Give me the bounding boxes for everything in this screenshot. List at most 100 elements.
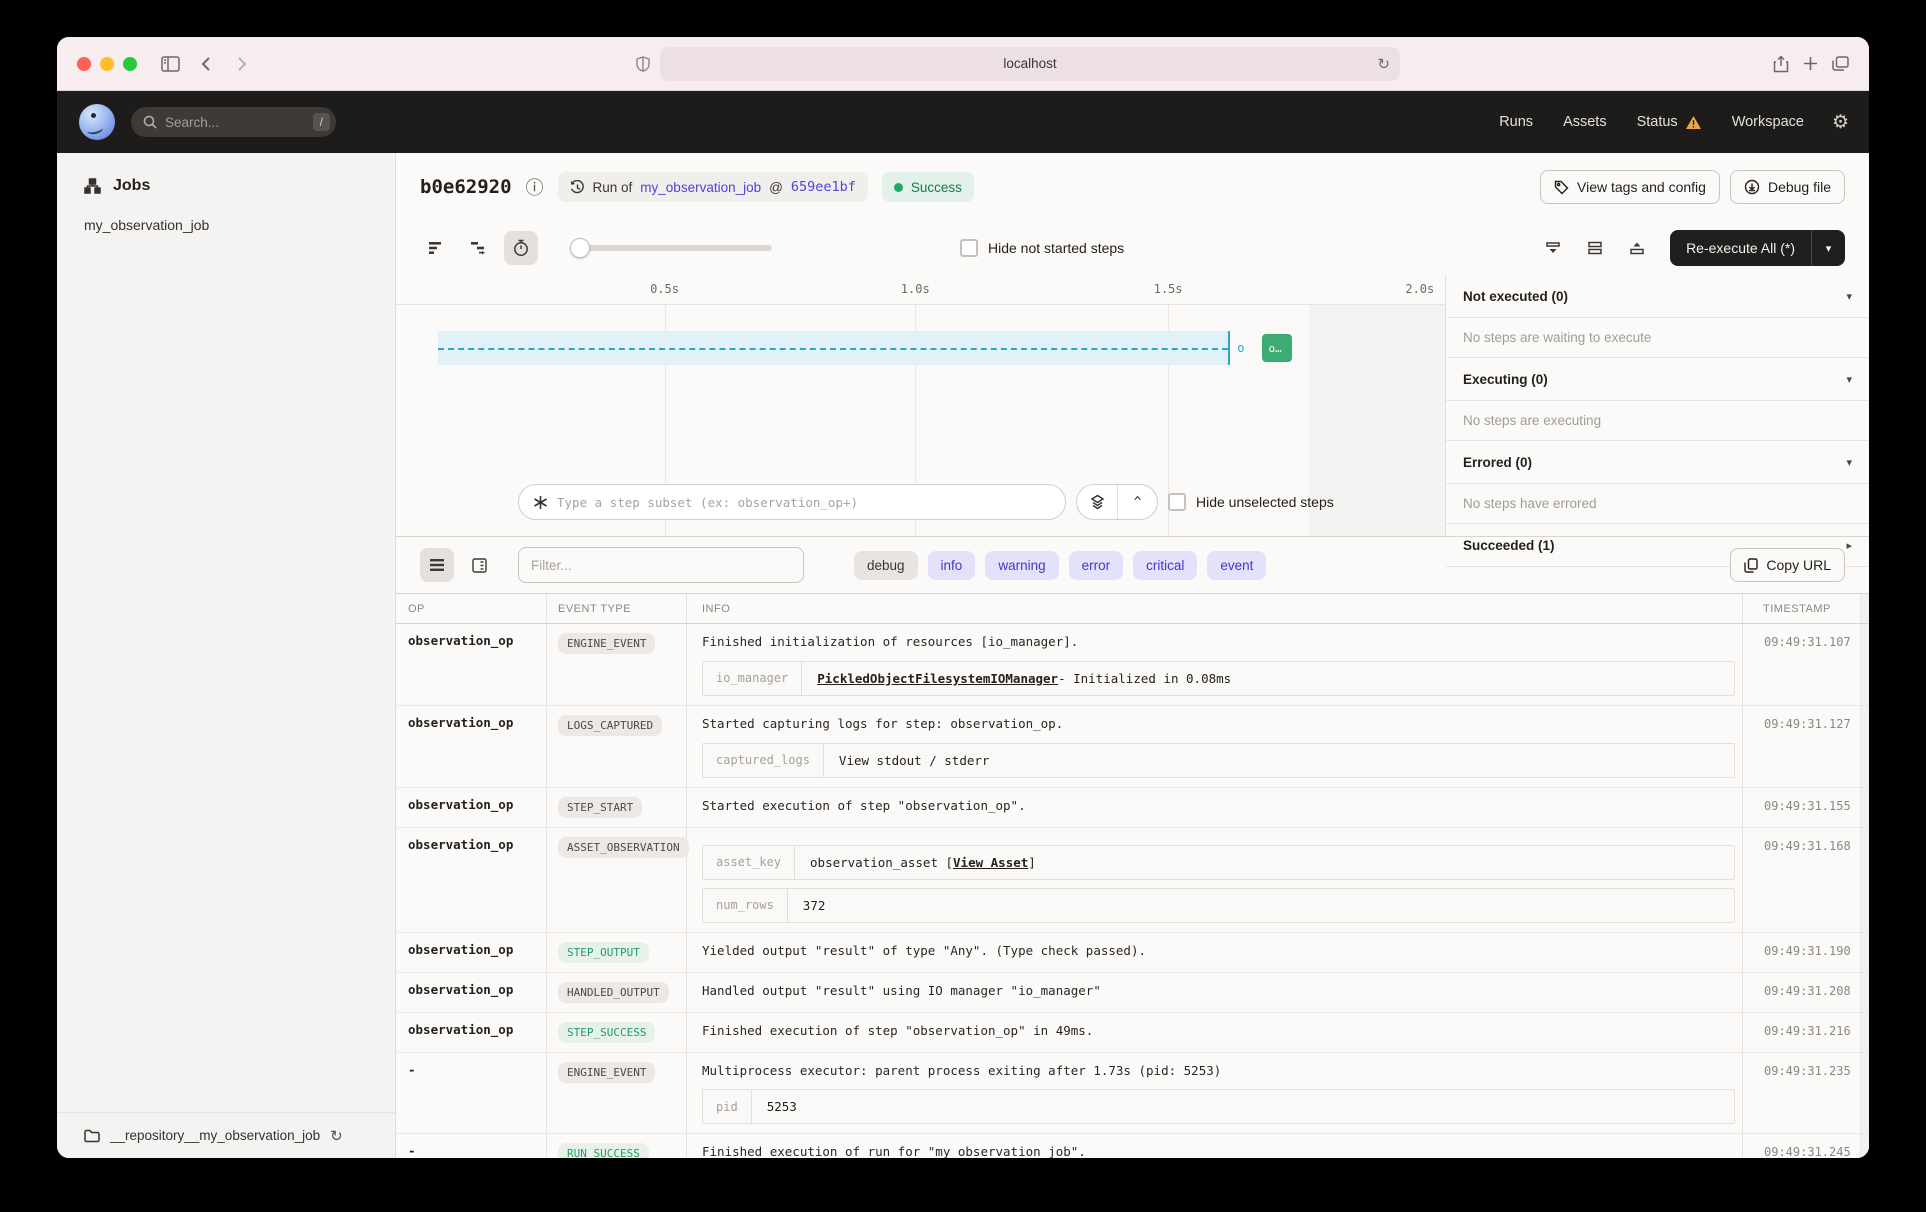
timed-view-icon[interactable]	[504, 231, 538, 265]
log-row[interactable]: observation_opSTEP_STARTStarted executio…	[396, 788, 1869, 828]
nav-link-status[interactable]: Status	[1637, 114, 1702, 130]
op-cell: observation_op	[396, 788, 546, 827]
metadata-box: asset_keyobservation_asset [View Asset]	[702, 845, 1735, 880]
back-button[interactable]	[191, 51, 221, 77]
log-level-pill-debug[interactable]: debug	[854, 551, 918, 580]
log-level-pill-warning[interactable]: warning	[985, 551, 1058, 580]
jobs-sidebar: Jobs my_observation_job __repository__my…	[57, 153, 396, 1158]
log-row[interactable]: observation_opENGINE_EVENTFinished initi…	[396, 624, 1869, 706]
view-tags-config-button[interactable]: View tags and config	[1540, 170, 1720, 204]
event-type-cell: LOGS_CAPTURED	[546, 706, 686, 787]
sidebar-item-job[interactable]: my_observation_job	[57, 217, 395, 233]
event-type-tag: STEP_START	[558, 797, 642, 818]
hide-unselected-toggle[interactable]: Hide unselected steps	[1168, 493, 1334, 511]
snapshot-link[interactable]: 659ee1bf	[791, 179, 856, 195]
reload-repository-icon[interactable]: ↻	[330, 1127, 343, 1145]
metadata-key: num_rows	[703, 889, 788, 922]
waterfall-view-icon[interactable]	[462, 231, 496, 265]
zoom-slider-thumb[interactable]	[570, 238, 590, 258]
reload-icon[interactable]: ↻	[1377, 55, 1390, 73]
collapse-query-caret[interactable]: ^	[1117, 485, 1157, 519]
log-level-pill-error[interactable]: error	[1069, 551, 1124, 580]
stream-log-view-icon[interactable]	[420, 548, 454, 582]
hide-not-started-checkbox[interactable]	[960, 239, 978, 257]
info-text: Finished execution of run for "my_observ…	[702, 1143, 1735, 1158]
job-graph-icon	[84, 178, 101, 194]
tab-overview-icon[interactable]	[1832, 56, 1849, 71]
nav-link-runs[interactable]: Runs	[1499, 114, 1533, 130]
event-type-tag: ENGINE_EVENT	[558, 633, 655, 654]
collapse-icon[interactable]	[1620, 231, 1654, 265]
share-icon[interactable]	[1773, 55, 1789, 73]
status-section-header[interactable]: Executing (0) ▾	[1446, 358, 1869, 401]
log-level-pill-event[interactable]: event	[1207, 551, 1266, 580]
status-section-header[interactable]: Errored (0) ▾	[1446, 441, 1869, 484]
op-selector-icon	[533, 495, 548, 510]
metadata-text: View stdout / stderr	[839, 753, 990, 768]
log-row[interactable]: observation_opLOGS_CAPTUREDStarted captu…	[396, 706, 1869, 788]
log-row[interactable]: -RUN_SUCCESSFinished execution of run fo…	[396, 1134, 1869, 1158]
log-level-pill-critical[interactable]: critical	[1133, 551, 1197, 580]
step-subset-input[interactable]	[557, 495, 1051, 510]
log-level-pill-info[interactable]: info	[928, 551, 976, 580]
log-row[interactable]: observation_opSTEP_SUCCESSFinished execu…	[396, 1013, 1869, 1053]
folder-icon	[84, 1129, 100, 1143]
zoom-out-fit-icon[interactable]	[1536, 231, 1570, 265]
log-level-pills: debug info warning error critical event	[854, 551, 1266, 580]
log-table-header: OP EVENT TYPE INFO TIMESTAMP	[396, 594, 1869, 624]
event-type-tag: HANDLED_OUTPUT	[558, 982, 669, 1003]
search-input[interactable]	[165, 115, 305, 130]
header-timestamp: TIMESTAMP	[1751, 603, 1869, 615]
forward-button[interactable]	[227, 51, 257, 77]
copy-url-button[interactable]: Copy URL	[1730, 548, 1845, 582]
log-row[interactable]: -ENGINE_EVENTMultiprocess executor: pare…	[396, 1053, 1869, 1135]
debug-file-button[interactable]: Debug file	[1730, 170, 1845, 204]
log-row[interactable]: observation_opHANDLED_OUTPUTHandled outp…	[396, 973, 1869, 1013]
nav-link-workspace[interactable]: Workspace	[1732, 114, 1804, 130]
reexecute-caret-button[interactable]: ▾	[1811, 230, 1845, 266]
metadata-link[interactable]: View Asset	[953, 855, 1028, 870]
event-type-cell: STEP_OUTPUT	[546, 933, 686, 972]
metadata-value: observation_asset [View Asset]	[795, 846, 1051, 879]
timestamp-cell: 09:49:31.155	[1751, 788, 1869, 827]
hide-unselected-checkbox[interactable]	[1168, 493, 1186, 511]
settings-gear-icon[interactable]: ⚙	[1832, 111, 1849, 134]
address-bar[interactable]: localhost ↻	[660, 47, 1400, 81]
status-section-header[interactable]: Not executed (0) ▾	[1446, 275, 1869, 318]
expand-all-icon[interactable]	[1578, 231, 1612, 265]
job-link[interactable]: my_observation_job	[640, 180, 761, 195]
copy-icon	[1744, 558, 1758, 573]
run-of-label: Run of	[593, 180, 633, 195]
info-cell: asset_keyobservation_asset [View Asset] n…	[686, 828, 1751, 932]
close-window-button[interactable]	[77, 57, 91, 71]
log-filter-input[interactable]	[518, 547, 804, 583]
zoom-slider[interactable]	[572, 245, 772, 251]
log-table: OP EVENT TYPE INFO TIMESTAMP observation…	[396, 593, 1869, 1158]
log-row[interactable]: observation_opASSET_OBSERVATIONasset_key…	[396, 828, 1869, 933]
info-cell: Finished initialization of resources [io…	[686, 624, 1751, 705]
info-text: Started capturing logs for step: observa…	[702, 715, 1735, 734]
repository-footer: __repository__my_observation_job ↻	[57, 1112, 395, 1158]
new-tab-icon[interactable]	[1803, 56, 1818, 71]
nav-link-assets[interactable]: Assets	[1563, 114, 1607, 130]
step-subset-input-wrap[interactable]	[518, 484, 1066, 520]
minimize-window-button[interactable]	[100, 57, 114, 71]
hide-not-started-toggle[interactable]: Hide not started steps	[960, 239, 1124, 257]
gantt-step-box[interactable]: o…	[1262, 334, 1292, 362]
layers-icon[interactable]	[1077, 485, 1117, 519]
structured-log-view-icon[interactable]	[462, 548, 496, 582]
status-section-title: Not executed (0)	[1463, 289, 1568, 304]
event-type-tag: STEP_OUTPUT	[558, 942, 649, 963]
metadata-link[interactable]: PickledObjectFilesystemIOManager	[817, 671, 1058, 686]
reexecute-all-button[interactable]: Re-execute All (*)	[1670, 230, 1811, 266]
zoom-window-button[interactable]	[123, 57, 137, 71]
info-icon[interactable]: ⓘ	[526, 174, 544, 200]
op-cell: observation_op	[396, 1013, 546, 1052]
log-row[interactable]: observation_opSTEP_OUTPUTYielded output …	[396, 933, 1869, 973]
sidebar-toggle-icon[interactable]	[155, 51, 185, 77]
global-search[interactable]: /	[131, 107, 336, 137]
browser-chrome: localhost ↻	[57, 37, 1869, 91]
dagster-logo[interactable]	[79, 104, 115, 140]
privacy-shield-icon[interactable]	[636, 56, 650, 72]
flat-view-icon[interactable]	[420, 231, 454, 265]
